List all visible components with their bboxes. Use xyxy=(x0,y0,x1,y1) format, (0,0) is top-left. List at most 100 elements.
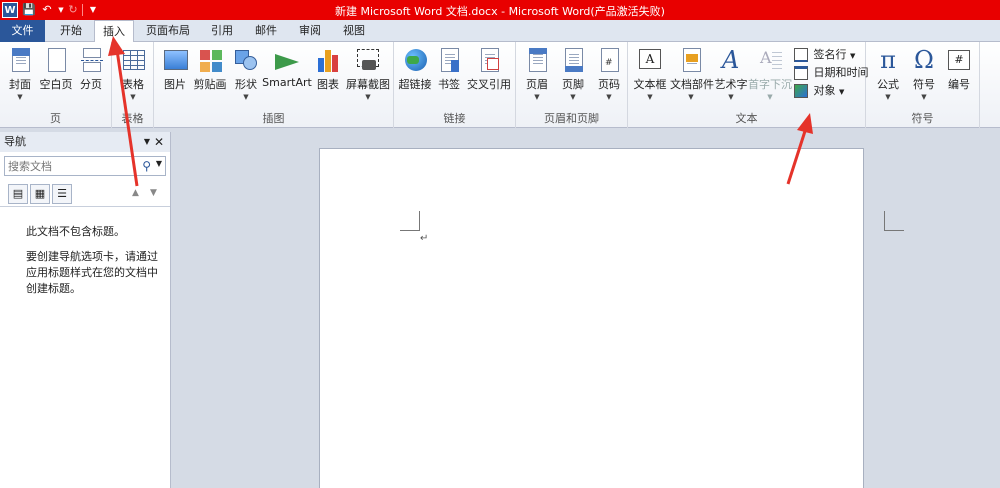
bookmark-icon xyxy=(435,46,463,74)
navigation-pane: 导航 ▼ ✕ ⚲ ▼ ▤ ▦ ☰ ▲ ▼ 此文档不包含标题。 要创建导航选项卡，… xyxy=(0,132,171,488)
page-number-button[interactable]: # 页码 ▼ xyxy=(592,46,626,102)
page-break-icon xyxy=(77,46,105,74)
clipart-label: 剪贴画 xyxy=(193,78,227,91)
group-text: A 文本框 ▼ 文档部件 ▼ A 艺术字 ▼ A 首字下沉 ▼ 签名行 ▼ 日期… xyxy=(628,42,869,128)
tab-file[interactable]: 文件 xyxy=(0,20,45,42)
group-symbols: π 公式 ▼ Ω 符号 ▼ # 编号 符号 xyxy=(866,42,980,128)
chevron-down-icon: ▼ xyxy=(850,52,856,60)
drop-cap-button[interactable]: A 首字下沉 ▼ xyxy=(748,46,792,102)
wordart-button[interactable]: A 艺术字 ▼ xyxy=(714,46,748,102)
chevron-down-icon: ▼ xyxy=(728,93,734,101)
next-arrow-icon[interactable]: ▼ xyxy=(150,188,157,198)
chevron-down-icon[interactable]: ▼ xyxy=(156,159,162,168)
equation-label: 公式 xyxy=(877,78,899,91)
object-button[interactable]: 对象 ▼ xyxy=(794,82,844,100)
group-links-label: 链接 xyxy=(443,112,466,125)
screenshot-label: 屏幕截图 xyxy=(346,78,390,91)
drop-cap-label: 首字下沉 xyxy=(748,78,792,91)
tab-insert[interactable]: 插入 xyxy=(94,20,134,43)
object-label: 对象 xyxy=(813,84,836,97)
thumbnails-icon: ▦ xyxy=(34,187,46,200)
table-label: 表格 xyxy=(122,78,144,91)
group-header-footer: 页眉 ▼ 页脚 ▼ # 页码 ▼ 页眉和页脚 xyxy=(516,42,628,128)
footer-icon xyxy=(559,46,587,74)
signature-line-icon xyxy=(794,48,808,62)
page-break-button[interactable]: 分页 xyxy=(76,46,106,92)
shapes-button[interactable]: 形状 ▼ xyxy=(232,46,260,102)
headings-icon: ▤ xyxy=(12,187,24,200)
hyperlink-button[interactable]: 超链接 xyxy=(398,46,432,92)
number-label: 编号 xyxy=(948,78,970,91)
nav-tab-results[interactable]: ☰ xyxy=(52,184,72,204)
title-bar: W 💾 ↶ ▼ ↻ ▼ 新建 Microsoft Word 文档.docx - … xyxy=(0,0,1000,20)
group-pages-label: 页 xyxy=(50,112,61,125)
group-symbols-label: 符号 xyxy=(911,112,934,125)
cross-reference-label: 交叉引用 xyxy=(467,78,511,91)
tab-home[interactable]: 开始 xyxy=(50,20,92,42)
search-icon[interactable]: ⚲ xyxy=(142,159,151,173)
smartart-label: SmartArt xyxy=(262,76,312,89)
chevron-down-icon: ▼ xyxy=(534,93,540,101)
group-tables: 表格 ▼ 表格 xyxy=(112,42,154,128)
bookmark-button[interactable]: 书签 xyxy=(434,46,464,92)
quick-parts-icon xyxy=(677,46,705,74)
tab-review[interactable]: 审阅 xyxy=(290,20,330,42)
table-icon xyxy=(119,46,147,74)
table-button[interactable]: 表格 ▼ xyxy=(116,46,150,102)
tab-page-layout[interactable]: 页面布局 xyxy=(140,20,196,42)
footer-button[interactable]: 页脚 ▼ xyxy=(556,46,590,102)
chart-button[interactable]: 图表 xyxy=(314,46,342,92)
shapes-icon xyxy=(232,46,260,74)
nav-tab-pages[interactable]: ▦ xyxy=(30,184,50,204)
create-headings-hint: 要创建导航选项卡，请通过应用标题样式在您的文档中创建标题。 xyxy=(26,250,158,295)
previous-arrow-icon[interactable]: ▲ xyxy=(132,188,139,198)
equation-button[interactable]: π 公式 ▼ xyxy=(870,46,906,102)
cover-page-button[interactable]: 封面 ▼ xyxy=(4,46,36,102)
object-icon xyxy=(794,84,808,98)
header-icon xyxy=(523,46,551,74)
smartart-button[interactable]: SmartArt xyxy=(262,46,312,89)
header-button[interactable]: 页眉 ▼ xyxy=(520,46,554,102)
close-icon[interactable]: ✕ xyxy=(154,132,164,152)
quick-parts-label: 文档部件 xyxy=(670,78,714,91)
group-text-label: 文本 xyxy=(735,112,758,125)
page-number-label: 页码 xyxy=(598,78,620,91)
group-header-footer-label: 页眉和页脚 xyxy=(544,112,599,125)
symbol-button[interactable]: Ω 符号 ▼ xyxy=(906,46,942,102)
nav-title: 导航 xyxy=(4,135,26,148)
margin-corner-top-left xyxy=(400,211,420,231)
tab-references[interactable]: 引用 xyxy=(202,20,242,42)
calendar-icon xyxy=(794,66,808,80)
page-number-icon: # xyxy=(595,46,623,74)
number-button[interactable]: # 编号 xyxy=(944,46,974,92)
date-time-button[interactable]: 日期和时间 xyxy=(794,64,869,82)
drop-cap-icon: A xyxy=(756,46,784,74)
smartart-icon xyxy=(273,46,301,74)
pane-menu-icon[interactable]: ▼ xyxy=(144,132,150,152)
chart-label: 图表 xyxy=(317,78,339,91)
number-icon: # xyxy=(945,46,973,74)
nav-tab-headings[interactable]: ▤ xyxy=(8,184,28,204)
clipart-icon xyxy=(196,46,224,74)
chevron-down-icon: ▼ xyxy=(921,93,927,101)
search-input[interactable] xyxy=(5,157,125,175)
blank-page-button[interactable]: 空白页 xyxy=(38,46,74,92)
pi-icon: π xyxy=(880,46,896,74)
header-label: 页眉 xyxy=(526,78,548,91)
tab-mailings[interactable]: 邮件 xyxy=(246,20,286,42)
textbox-button[interactable]: A 文本框 ▼ xyxy=(632,46,668,102)
document-page[interactable]: ↵ xyxy=(319,148,904,488)
screenshot-button[interactable]: 屏幕截图 ▼ xyxy=(344,46,392,102)
signature-line-button[interactable]: 签名行 ▼ xyxy=(794,46,855,64)
quick-parts-button[interactable]: 文档部件 ▼ xyxy=(670,46,714,102)
picture-button[interactable]: 图片 xyxy=(160,46,190,92)
clipart-button[interactable]: 剪贴画 xyxy=(192,46,228,92)
margin-corner-top-right xyxy=(884,211,904,231)
page-break-label: 分页 xyxy=(80,78,102,91)
chevron-down-icon: ▼ xyxy=(606,93,612,101)
cross-reference-button[interactable]: 交叉引用 xyxy=(466,46,512,92)
tab-view[interactable]: 视图 xyxy=(334,20,374,42)
symbol-label: 符号 xyxy=(913,78,935,91)
chart-icon xyxy=(314,46,342,74)
group-links: 超链接 书签 交叉引用 链接 xyxy=(394,42,516,128)
